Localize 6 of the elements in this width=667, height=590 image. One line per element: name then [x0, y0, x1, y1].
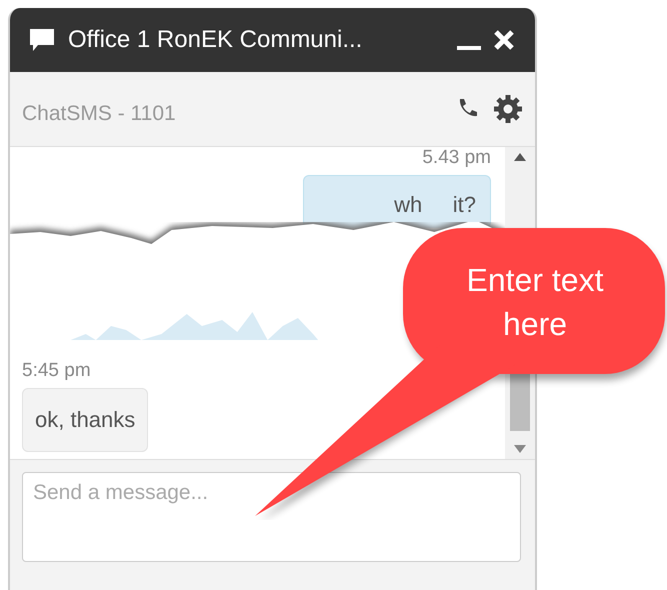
- message-time: 5.43 pm: [422, 147, 491, 169]
- chat-name: ChatSMS - 1101: [22, 102, 177, 126]
- message-time: 5:45 pm: [22, 360, 91, 382]
- callout-tooltip-text: Enter text here: [466, 261, 604, 344]
- message-bubble: ok, thanks: [22, 388, 148, 452]
- window-title: Office 1 RonEK Communi...: [68, 26, 364, 54]
